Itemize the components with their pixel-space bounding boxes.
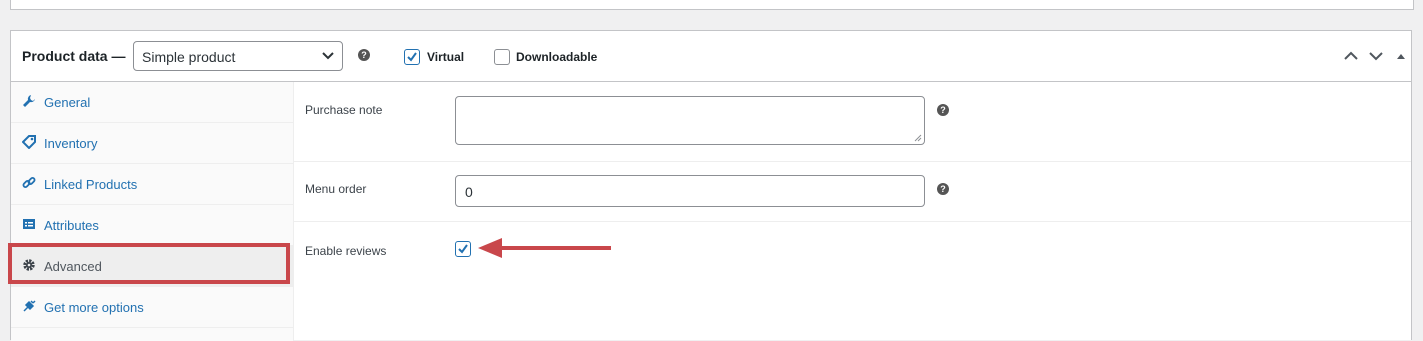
menu-order-value: 0 [465,184,473,200]
product-data-panel: Product data — Simple product ? Virtual … [8,30,1412,341]
plugin-icon [23,300,36,312]
checkmark-icon [458,244,468,254]
product-type-select[interactable]: Simple product [133,41,343,71]
panel-title: Product data — [22,48,126,64]
link-icon [22,177,36,188]
move-down-icon[interactable] [1366,46,1386,66]
wrench-icon [23,95,35,107]
chevron-down-icon [322,52,334,60]
tab-advanced[interactable]: Advanced [8,243,293,287]
tab-attributes[interactable]: Attributes [11,205,293,246]
collapse-toggle-icon[interactable] [1391,46,1411,66]
help-icon[interactable]: ? [937,104,949,116]
divider [293,221,1411,222]
enable-reviews-label: Enable reviews [305,244,387,258]
annotation-arrow-icon [478,238,611,258]
downloadable-label[interactable]: Downloadable [516,50,597,64]
product-data-tabs: General Inventory Linked Products Attrib… [8,82,294,341]
tab-get-more-options[interactable]: Get more options [11,287,293,328]
tab-label: Get more options [44,300,144,315]
tag-icon [22,135,36,149]
downloadable-checkbox[interactable] [494,49,510,65]
tab-label: Attributes [44,218,99,233]
menu-order-input[interactable]: 0 [455,175,925,207]
tab-general[interactable]: General [11,82,293,123]
tab-linked-products[interactable]: Linked Products [11,164,293,205]
previous-panel [10,0,1414,10]
product-type-value: Simple product [142,49,236,65]
panel-header: Product data — Simple product ? Virtual … [11,31,1411,82]
checkmark-icon [407,52,417,62]
list-icon [23,219,35,229]
tab-inventory[interactable]: Inventory [11,123,293,164]
divider [293,161,1411,162]
tab-label: Linked Products [44,177,138,192]
help-icon[interactable]: ? [937,183,949,195]
menu-order-label: Menu order [305,182,367,196]
resize-handle-icon[interactable] [914,134,922,142]
virtual-label[interactable]: Virtual [427,50,464,64]
help-icon[interactable]: ? [358,49,370,61]
purchase-note-textarea[interactable] [455,96,925,145]
purchase-note-label: Purchase note [305,103,383,117]
tab-label: Advanced [44,259,102,274]
enable-reviews-checkbox[interactable] [455,241,471,257]
move-up-icon[interactable] [1341,46,1361,66]
virtual-checkbox[interactable] [404,49,420,65]
gear-icon [23,259,35,271]
tab-label: Inventory [44,136,98,151]
tab-label: General [44,95,91,110]
